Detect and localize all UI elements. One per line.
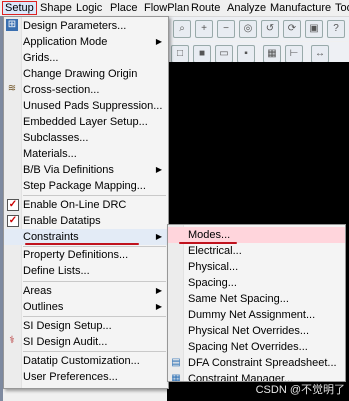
rect-tool-icon[interactable]: □ xyxy=(171,45,189,63)
menu-item-application-mode[interactable]: Application Mode ▶ xyxy=(4,35,168,49)
menu-item-si-design-setup[interactable]: SI Design Setup... xyxy=(4,319,168,333)
menu-item-bb-via-definitions[interactable]: B/B Via Definitions ▶ xyxy=(4,163,168,177)
submenu-arrow-icon: ▶ xyxy=(155,286,162,295)
submenu-item-physical[interactable]: Physical... xyxy=(168,259,345,275)
menu-flowplan[interactable]: FlowPlan xyxy=(142,1,191,15)
menu-item-define-lists[interactable]: Define Lists... xyxy=(4,264,168,278)
submenu-item-electrical[interactable]: Electrical... xyxy=(168,243,345,259)
zoom-previous-icon[interactable]: ↺ xyxy=(261,20,279,38)
menu-item-areas[interactable]: Areas ▶ xyxy=(4,284,168,298)
menu-item-datatip-customization[interactable]: Datatip Customization... xyxy=(4,354,168,368)
design-parameters-icon: ⊞ xyxy=(6,19,18,31)
redraw-icon[interactable]: ⟳ xyxy=(283,20,301,38)
submenu-item-spacing-net-overrides[interactable]: Spacing Net Overrides... xyxy=(168,339,345,355)
submenu-item-dummy-net-assignment[interactable]: Dummy Net Assignment... xyxy=(168,307,345,323)
submenu-item-same-net-spacing[interactable]: Same Net Spacing... xyxy=(168,291,345,307)
checkmark-icon: ✓ xyxy=(7,215,19,227)
menu-item-embedded-layer-setup[interactable]: Embedded Layer Setup... xyxy=(4,115,168,129)
menu-setup[interactable]: Setup xyxy=(2,1,37,15)
menu-item-si-design-audit[interactable]: ⚕ SI Design Audit... xyxy=(4,335,168,349)
menu-separator xyxy=(23,351,166,352)
shape-tool-icon[interactable]: ▭ xyxy=(215,45,233,63)
toolbar-row-1: ⌕ + − ◎ ↺ ⟳ ▣ ? xyxy=(167,17,349,41)
dimension-icon[interactable]: ⊢ xyxy=(285,45,303,63)
menu-manufacture[interactable]: Manufacture xyxy=(268,1,333,15)
zoom-world-icon[interactable]: ◎ xyxy=(239,20,257,38)
menu-item-grids[interactable]: Grids... xyxy=(4,51,168,65)
checkmark-icon: ✓ xyxy=(7,199,19,211)
zoom-fit-icon[interactable]: ⌕ xyxy=(173,20,191,38)
submenu-arrow-icon: ▶ xyxy=(155,232,162,241)
cross-section-icon: ≋ xyxy=(7,83,17,94)
menu-separator xyxy=(23,246,166,247)
menu-item-materials[interactable]: Materials... xyxy=(4,147,168,161)
menu-analyze[interactable]: Analyze xyxy=(225,1,268,15)
menu-separator xyxy=(23,281,166,282)
dfa-spreadsheet-icon: ▤ xyxy=(171,357,181,368)
menu-shape[interactable]: Shape xyxy=(38,1,74,15)
menu-place[interactable]: Place xyxy=(108,1,140,15)
menu-item-user-preferences[interactable]: User Preferences... xyxy=(4,370,168,384)
menu-item-design-parameters[interactable]: ⊞ Design Parameters... xyxy=(4,19,168,33)
setup-menu: ⊞ Design Parameters... Application Mode … xyxy=(3,16,169,389)
measure-icon[interactable]: ▦ xyxy=(263,45,281,63)
zoom-out-icon[interactable]: − xyxy=(217,20,235,38)
menu-item-subclasses[interactable]: Subclasses... xyxy=(4,131,168,145)
menu-item-cross-section[interactable]: ≋ Cross-section... xyxy=(4,83,168,97)
pad-tool-icon[interactable]: ▪ xyxy=(237,45,255,63)
menu-item-change-drawing-origin[interactable]: Change Drawing Origin xyxy=(4,67,168,81)
submenu-arrow-icon: ▶ xyxy=(155,302,162,311)
submenu-item-physical-net-overrides[interactable]: Physical Net Overrides... xyxy=(168,323,345,339)
annotation-underline xyxy=(25,243,139,245)
menu-tools[interactable]: Too xyxy=(333,1,349,15)
si-audit-icon: ⚕ xyxy=(9,335,15,346)
square-tool-icon[interactable]: ■ xyxy=(193,45,211,63)
menu-separator xyxy=(23,195,166,196)
menu-item-enable-online-drc[interactable]: ✓ Enable On-Line DRC xyxy=(4,198,168,212)
zoom-in-icon[interactable]: + xyxy=(195,20,213,38)
menu-item-enable-datatips[interactable]: ✓ Enable Datatips xyxy=(4,214,168,228)
submenu-arrow-icon: ▶ xyxy=(155,165,162,174)
constraint-manager-icon: ▦ xyxy=(171,373,181,381)
submenu-item-constraint-manager[interactable]: ▦ Constraint Manager... xyxy=(168,371,345,381)
menu-item-outlines[interactable]: Outlines ▶ xyxy=(4,300,168,314)
submenu-item-dfa-constraint-spreadsheet[interactable]: ▤ DFA Constraint Spreadsheet... xyxy=(168,355,345,371)
align-icon[interactable]: ↔ xyxy=(311,45,329,63)
menu-route[interactable]: Route xyxy=(189,1,222,15)
menu-item-property-definitions[interactable]: Property Definitions... xyxy=(4,248,168,262)
constraints-submenu: Modes... Electrical... Physical... Spaci… xyxy=(167,224,346,382)
menu-item-unused-pads-suppression[interactable]: Unused Pads Suppression... xyxy=(4,99,168,113)
menu-logic[interactable]: Logic xyxy=(74,1,104,15)
menu-item-step-package-mapping[interactable]: Step Package Mapping... xyxy=(4,179,168,193)
3d-view-icon[interactable]: ▣ xyxy=(305,20,323,38)
submenu-arrow-icon: ▶ xyxy=(155,37,162,46)
watermark: CSDN @不觉明了 xyxy=(255,384,345,396)
submenu-item-spacing[interactable]: Spacing... xyxy=(168,275,345,291)
help-icon[interactable]: ? xyxy=(327,20,345,38)
menu-separator xyxy=(23,316,166,317)
menubar: Setup Shape Logic Place FlowPlan Route A… xyxy=(0,0,349,17)
submenu-item-modes[interactable]: Modes... xyxy=(168,227,345,243)
